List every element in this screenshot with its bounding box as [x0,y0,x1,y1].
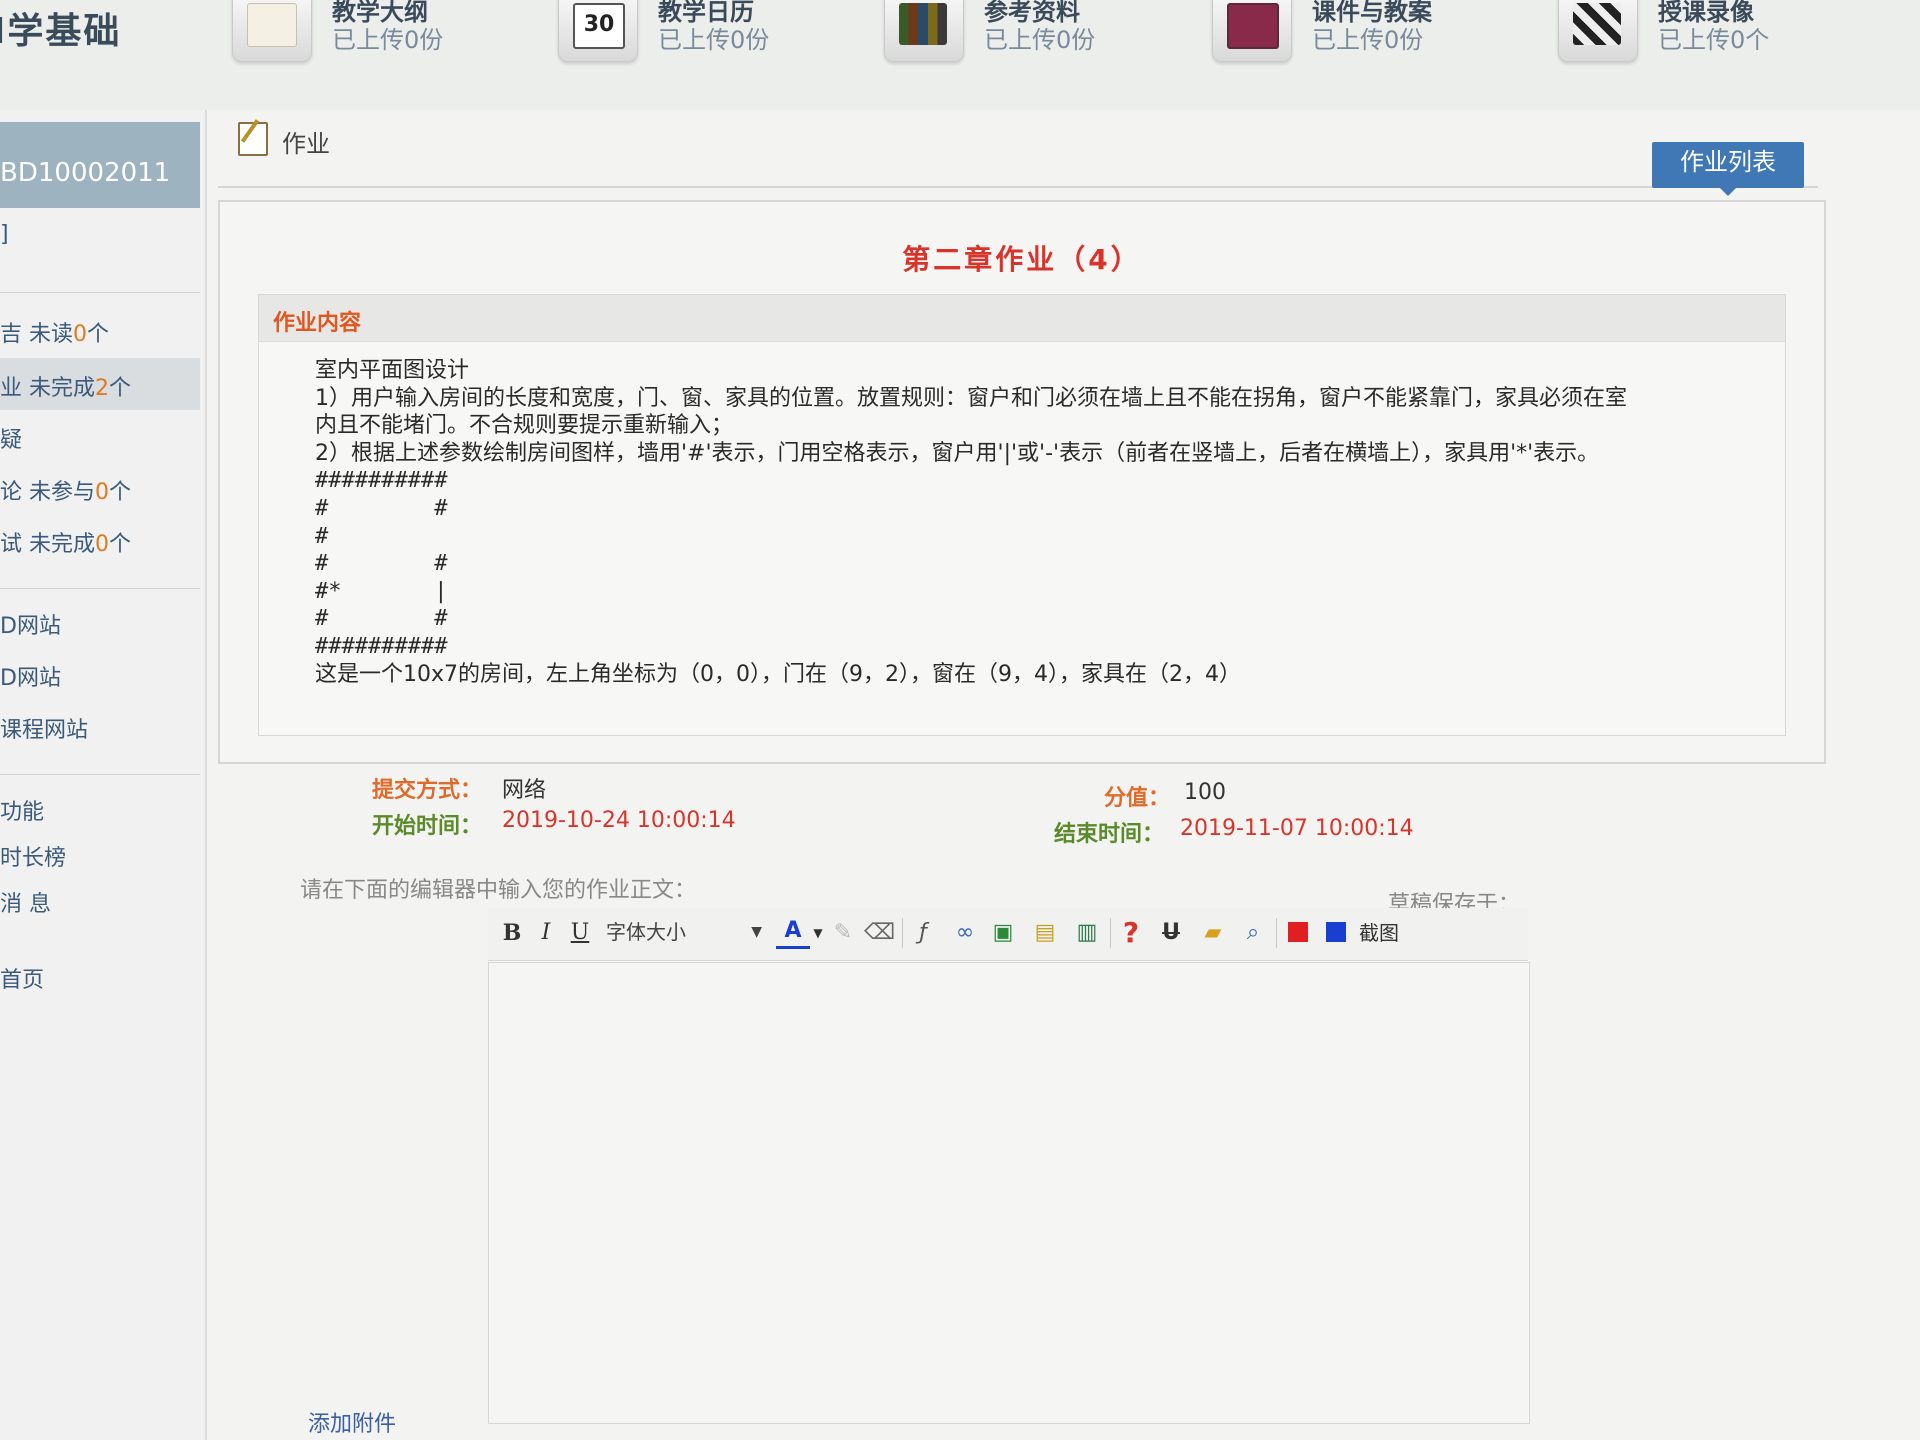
edit-note-icon [238,122,268,156]
toolbar-separator [1276,918,1277,948]
bookshelf-icon [884,0,964,62]
content-line: 1）用户输入房间的长度和宽度，门、窗、家具的位置。放置规则：窗户和门必须在墙上且… [315,385,1628,411]
score-label: 分值： [1104,786,1171,811]
chevron-down-icon: ▼ [751,924,762,940]
strikethrough-button[interactable]: U [1156,916,1186,950]
start-time-label: 开始时间： [372,814,483,839]
homework-title: 第二章作业（4） [902,243,1142,276]
room-diagram-line: ########## [315,633,448,659]
screenshot-button[interactable]: 截图 [1354,916,1404,950]
submit-method-label: 提交方式： [372,778,483,803]
end-time-label: 结束时间： [1054,822,1165,847]
breadcrumb: 作业 [282,130,330,158]
sidebar-item-notices[interactable]: 吉 未读0个 [0,316,109,348]
font-color-dropdown-icon[interactable]: ▼ [810,916,826,950]
sidebar-header: BD10002011 [0,122,200,208]
room-diagram-line: ########## [315,468,448,494]
sidebar-divider [0,774,200,775]
calendar-icon: 30 [558,0,638,62]
link-icon[interactable]: ∞ [950,916,980,950]
sidebar-item-time-ranking[interactable]: 时长榜 [0,840,66,872]
sidebar-item-site-2[interactable]: D网站 [0,660,61,692]
help-icon[interactable]: ? [1116,916,1146,950]
toolbar-separator [902,918,903,948]
bold-button[interactable]: B [498,916,526,950]
course-title: I学基础 [0,11,122,52]
courseware-icon [1212,0,1292,62]
italic-button[interactable]: I [532,916,560,950]
insert-image-icon[interactable]: ▣ [988,916,1018,950]
sidebar: BD10002011 ] 吉 未读0个 业 未完成2个 疑 论 未参与0个 试 … [0,110,207,1440]
font-color-button[interactable]: A [776,916,810,949]
sidebar-item-course-site[interactable]: 课程网站 [0,712,88,744]
sidebar-divider [0,292,200,293]
sidebar-item-site-1[interactable]: D网站 [0,608,61,640]
content-line: 室内平面图设计 [315,358,470,383]
room-diagram-line: # # [315,606,448,632]
homework-content: 室内平面图设计 1）用户输入房间的长度和宽度，门、窗、家具的位置。放置规则：窗户… [315,357,1775,688]
sidebar-item-tests[interactable]: 试 未完成0个 [0,526,131,558]
font-size-select[interactable]: 字体大小 ▼ [606,916,762,948]
top-resource-bar: I学基础 教学大纲 已上传0份 30 教学日历 已上传0份 参考资料 已上传0份… [0,0,1920,110]
insert-video-icon[interactable]: ▥ [1072,916,1102,950]
breadcrumb-divider [218,186,1818,188]
sidebar-item-homework[interactable]: 业 未完成2个 [0,370,131,402]
sidebar-item-discussion[interactable]: 论 未参与0个 [0,474,131,506]
insert-photo-icon[interactable]: ▤ [1030,916,1060,950]
clapperboard-icon [1558,0,1638,62]
homework-list-button[interactable]: 作业列表 [1652,142,1804,196]
score-value: 100 [1184,780,1226,805]
end-time-value: 2019-11-07 10:00:14 [1180,816,1414,841]
homework-editor-area[interactable] [488,962,1530,1424]
editor-prompt: 请在下面的编辑器中输入您的作业正文： [300,878,697,903]
content-line: 内且不能堵门。不合规则要提示重新输入； [315,413,734,439]
start-time-value: 2019-10-24 10:00:14 [502,808,736,833]
search-icon[interactable]: ⌕ [1238,916,1268,950]
content-header: 作业内容 [259,295,1785,342]
formula-icon[interactable]: ƒ [908,916,938,950]
sidebar-item-messages[interactable]: 消 息 [0,886,51,918]
content-line: 这是一个10x7的房间，左上角坐标为（0，0），门在（9，2），窗在（9，4），… [315,661,1241,687]
folder-icon[interactable]: ▰ [1198,916,1228,950]
sidebar-divider [0,588,200,589]
course-code: BD10002011 [0,158,171,188]
homework-content-box: 作业内容 室内平面图设计 1）用户输入房间的长度和宽度，门、窗、家具的位置。放置… [258,294,1786,736]
room-diagram-line: # # [315,495,448,521]
toolbar-separator [1110,918,1111,948]
homework-panel: 第二章作业（4） 作业内容 室内平面图设计 1）用户输入房间的长度和宽度，门、窗… [218,200,1826,764]
underline-button[interactable]: U [566,916,594,950]
red-color-swatch[interactable] [1288,922,1308,942]
sidebar-item-functions[interactable]: 功能 [0,794,44,826]
syllabus-icon [232,0,312,62]
room-diagram-line: # # [315,551,448,577]
sidebar-item-top[interactable]: ] [0,222,9,247]
sidebar-item-questions[interactable]: 疑 [0,422,22,454]
add-attachment-link[interactable]: 添加附件 [308,1406,396,1438]
blue-color-swatch[interactable] [1326,922,1346,942]
content-header-label: 作业内容 [273,311,362,336]
submit-method-value: 网络 [502,778,547,803]
content-line: 2）根据上述参数绘制房间图样，墙用'#'表示，门用空格表示，窗户用'|'或'-'… [315,440,1600,466]
editor-toolbar: B I U 字体大小 ▼ A ▼ ✎ ⌫ ƒ ∞ ▣ ▤ ▥ ? U ▰ ⌕ 截… [488,908,1528,961]
room-diagram-line: #* | [315,578,448,604]
highlight-icon[interactable]: ✎ [828,916,858,950]
eraser-icon[interactable]: ⌫ [864,916,895,950]
font-size-label: 字体大小 [606,920,686,944]
sidebar-item-home[interactable]: 首页 [0,962,44,994]
room-diagram-line: # [315,523,329,549]
